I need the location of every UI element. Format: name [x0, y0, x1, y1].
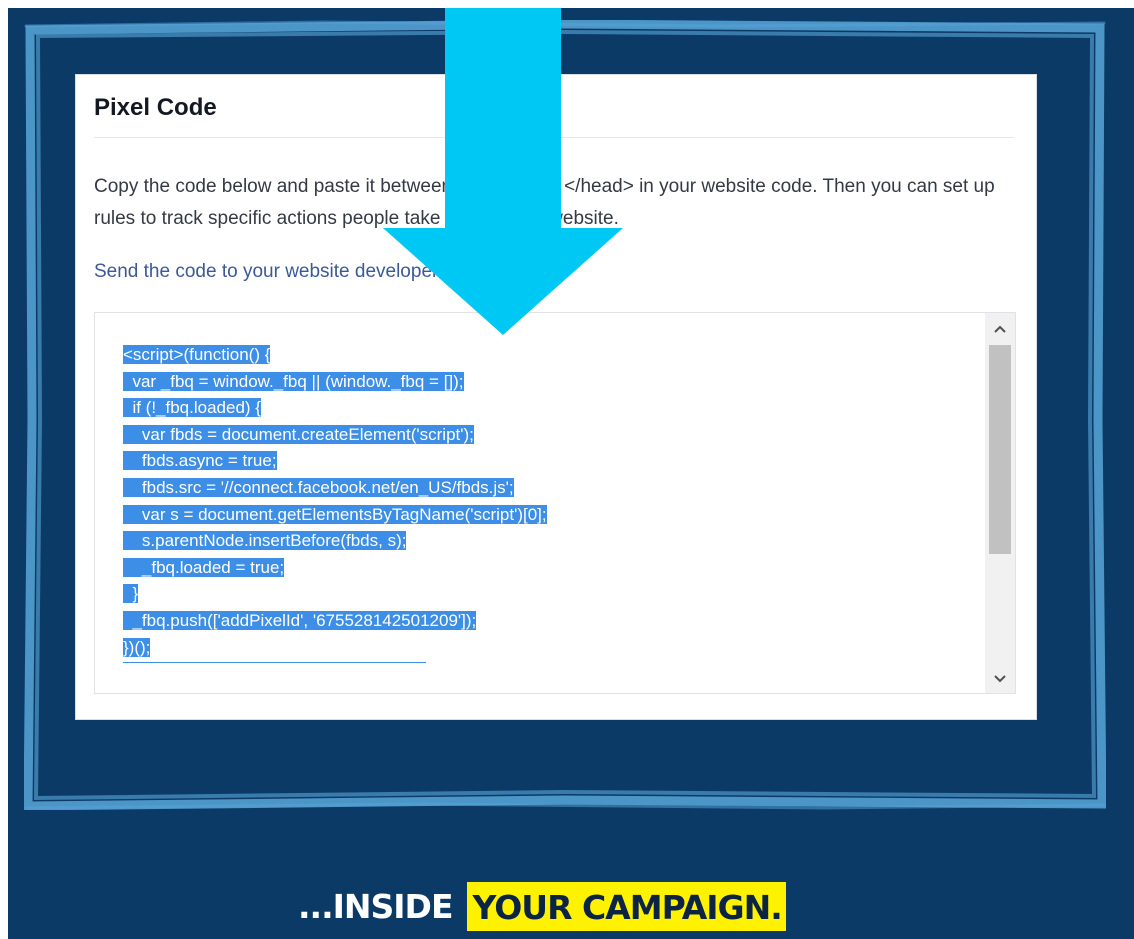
send-to-developer-link[interactable]: Send the code to your website developer	[94, 261, 438, 283]
dialog-title: Pixel Code	[94, 94, 217, 121]
code-line: fbds.async = true;	[123, 451, 277, 471]
code-line: var s = document.getElementsByTagName('s…	[123, 504, 547, 524]
code-line: var _fbq = window._fbq || (window._fbq =…	[123, 371, 464, 391]
instructions-text: Copy the code below and paste it between…	[94, 176, 995, 229]
pixel-code-textarea[interactable]: <script>(function() { var _fbq = window.…	[94, 312, 1016, 694]
pixel-code-dialog: Pixel Code Copy the code below and paste…	[76, 75, 1036, 719]
code-line: s.parentNode.insertBefore(fbds, s);	[123, 531, 407, 551]
slide-background: Pixel Code Copy the code below and paste…	[8, 8, 1134, 939]
chevron-up-icon[interactable]	[985, 313, 1015, 343]
chevron-down-icon[interactable]	[985, 663, 1015, 693]
caption-part-1: ...INSIDE	[298, 886, 453, 926]
code-line: if (!_fbq.loaded) {	[123, 398, 261, 418]
slide-caption: ...INSIDE YOUR CAMPAIGN.	[298, 874, 786, 938]
code-content[interactable]: <script>(function() { var _fbq = window.…	[123, 342, 547, 661]
code-line: var fbds = document.createElement('scrip…	[123, 424, 474, 444]
scrollbar-thumb[interactable]	[989, 345, 1011, 554]
code-line: }	[123, 584, 139, 604]
code-line: _fbq.push(['addPixelId', '67552814250120…	[123, 610, 477, 630]
code-line: <script>(function() {	[123, 345, 271, 364]
code-line: _fbq.loaded = true;	[123, 557, 285, 577]
vertical-scrollbar[interactable]	[985, 313, 1015, 693]
caption-highlight: YOUR CAMPAIGN.	[466, 881, 786, 931]
selection-trailing-line	[123, 662, 426, 663]
code-line: fbds.src = '//connect.facebook.net/en_US…	[123, 477, 514, 497]
code-line: })();	[123, 637, 151, 657]
title-divider	[94, 137, 1014, 138]
